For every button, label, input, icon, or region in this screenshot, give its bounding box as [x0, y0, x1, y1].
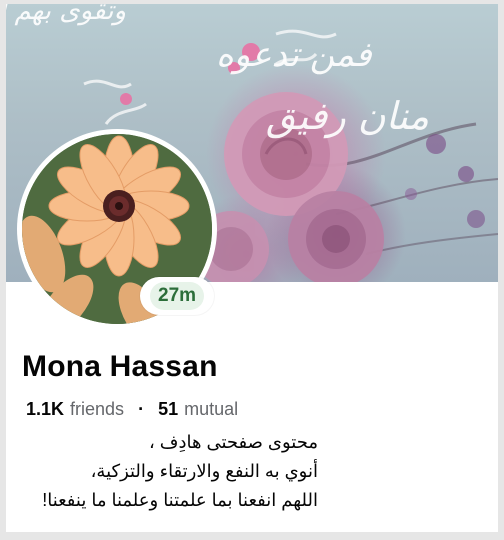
bio-line: أنوي به النفع والارتقاء والتزكية،	[90, 461, 318, 481]
svg-text:وتقوى بهم الحصانة: وتقوى بهم الحصانة	[6, 4, 126, 26]
active-status-badge: 27m	[140, 277, 215, 315]
friends-count: 1.1K	[26, 399, 65, 419]
bio-line: اللهم انفعنا بما علمتنا وعلمنا ما ينفعنا…	[42, 490, 318, 510]
profile-bio: محتوى صفحتى هادِف ، أنوي به النفع والارت…	[22, 428, 318, 515]
cover-calligraphy-line-1: فمن تدعوه	[216, 35, 372, 75]
friends-label: friends	[70, 399, 125, 419]
active-time-label: 27m	[150, 282, 205, 310]
profile-name: Mona Hassan	[22, 350, 218, 383]
mutual-label: mutual	[184, 399, 239, 419]
separator-dot-icon: ·	[138, 399, 145, 419]
cover-calligraphy-line-2: منان رفيق	[266, 94, 429, 139]
profile-card: وتقوى بهم الحصانة فمن تدعوه منان رفيق	[6, 4, 498, 532]
friends-stats[interactable]: 1.1K friends · 51 mutual	[26, 399, 238, 420]
bio-line: محتوى صفحتى هادِف ،	[149, 432, 318, 452]
mutual-count: 51	[158, 399, 179, 419]
profile-card-frame: وتقوى بهم الحصانة فمن تدعوه منان رفيق	[0, 0, 504, 540]
